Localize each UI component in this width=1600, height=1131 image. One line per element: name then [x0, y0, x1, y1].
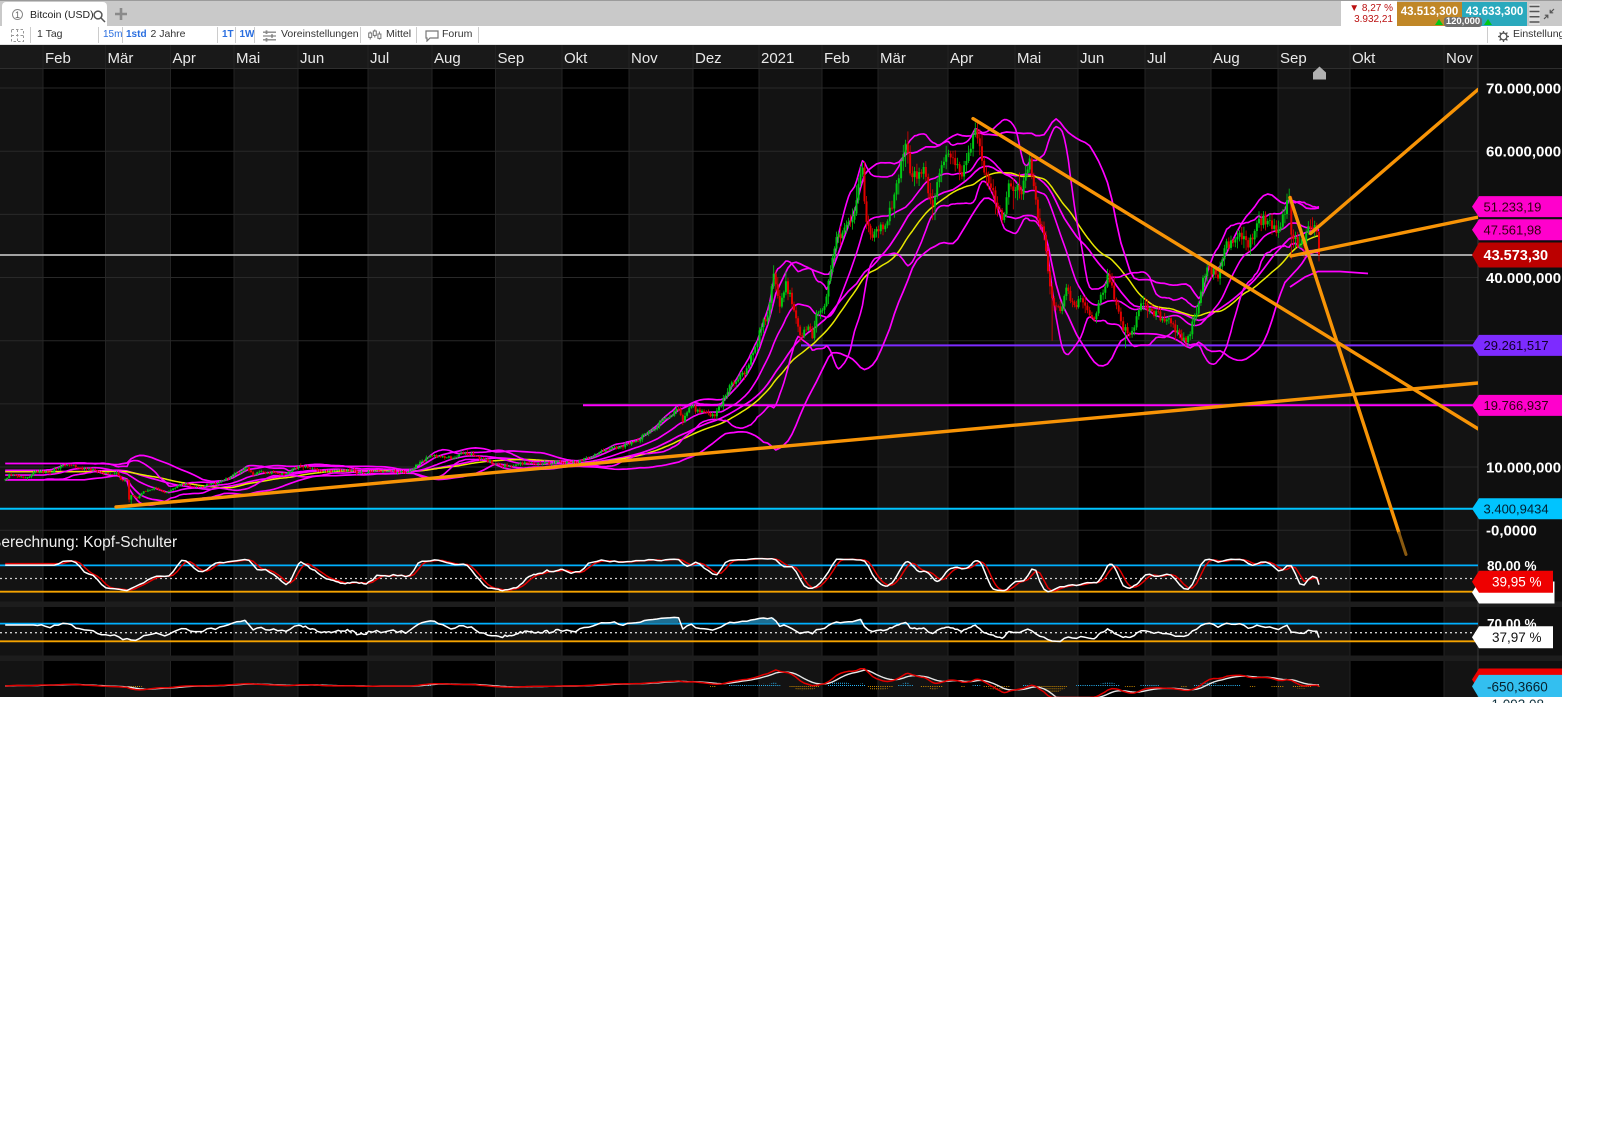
svg-text:Dez: Dez [695, 50, 722, 67]
svg-text:40.000,000: 40.000,000 [1486, 270, 1561, 287]
svg-text:51.233,19: 51.233,19 [1484, 199, 1542, 214]
svg-text:47.561,98: 47.561,98 [1484, 222, 1542, 237]
svg-text:-650,3660: -650,3660 [1487, 679, 1548, 694]
svg-text:Sep: Sep [1280, 50, 1307, 67]
svg-text:43.573,30: 43.573,30 [1484, 248, 1549, 264]
svg-text:Aug: Aug [1213, 50, 1240, 67]
svg-text:70.000,000: 70.000,000 [1486, 81, 1561, 98]
svg-text:Mai: Mai [1017, 50, 1041, 67]
svg-text:3.400,9434: 3.400,9434 [1484, 501, 1549, 516]
svg-text:Berechnung: Kopf-Schulter: Berechnung: Kopf-Schulter [0, 534, 177, 551]
svg-text:Apr: Apr [173, 50, 196, 67]
svg-text:Jul: Jul [370, 50, 389, 67]
svg-text:10.000,000: 10.000,000 [1486, 460, 1561, 477]
svg-text:60.000,000: 60.000,000 [1486, 144, 1561, 161]
svg-text:19.766,937: 19.766,937 [1484, 398, 1549, 413]
svg-text:Mär: Mär [108, 50, 134, 67]
svg-text:Mär: Mär [880, 50, 906, 67]
svg-text:Jul: Jul [1147, 50, 1166, 67]
svg-text:Aug: Aug [434, 50, 461, 67]
svg-text:Nov: Nov [631, 50, 658, 67]
svg-text:Nov: Nov [1446, 50, 1473, 67]
svg-text:2021: 2021 [761, 50, 794, 67]
svg-text:Feb: Feb [824, 50, 850, 67]
svg-text:39,95 %: 39,95 % [1492, 575, 1542, 590]
svg-text:Apr: Apr [950, 50, 973, 67]
svg-text:37,97 %: 37,97 % [1492, 630, 1542, 645]
svg-text:Jun: Jun [300, 50, 324, 67]
svg-text:29.261,517: 29.261,517 [1484, 338, 1549, 353]
svg-text:-0,0000: -0,0000 [1486, 523, 1537, 540]
svg-text:Feb: Feb [45, 50, 71, 67]
svg-text:Jun: Jun [1080, 50, 1104, 67]
svg-text:Okt: Okt [564, 50, 588, 67]
svg-text:Mai: Mai [236, 50, 260, 67]
svg-text:Okt: Okt [1352, 50, 1376, 67]
svg-text:Sep: Sep [498, 50, 525, 67]
